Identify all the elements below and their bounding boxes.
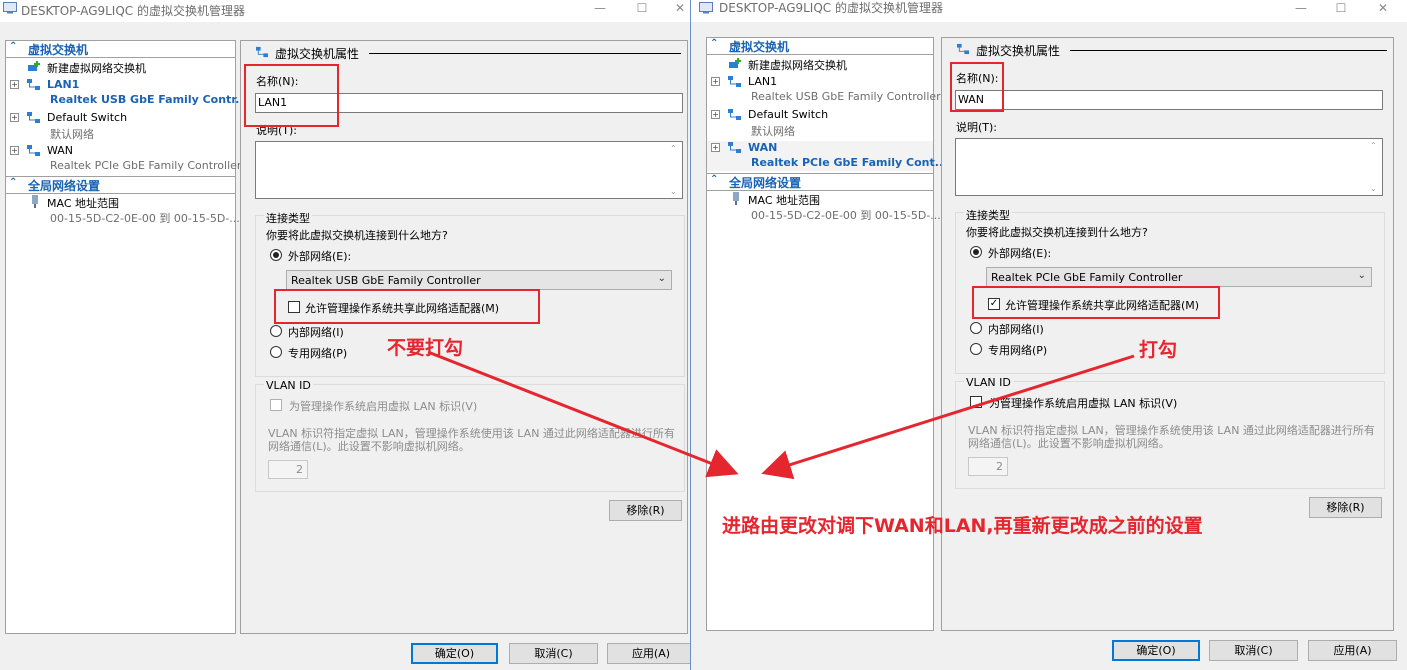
arrow-line-left <box>427 350 739 478</box>
annotation-no-check: 不要打勾 <box>387 337 464 359</box>
annotation-check: 打勾 <box>1139 339 1178 361</box>
annotation-arrows <box>427 350 1135 480</box>
arrow-line-right <box>761 354 1135 480</box>
annotation-note: 进路由更改对调下WAN和LAN,再重新更改成之前的设置 <box>722 515 1203 537</box>
